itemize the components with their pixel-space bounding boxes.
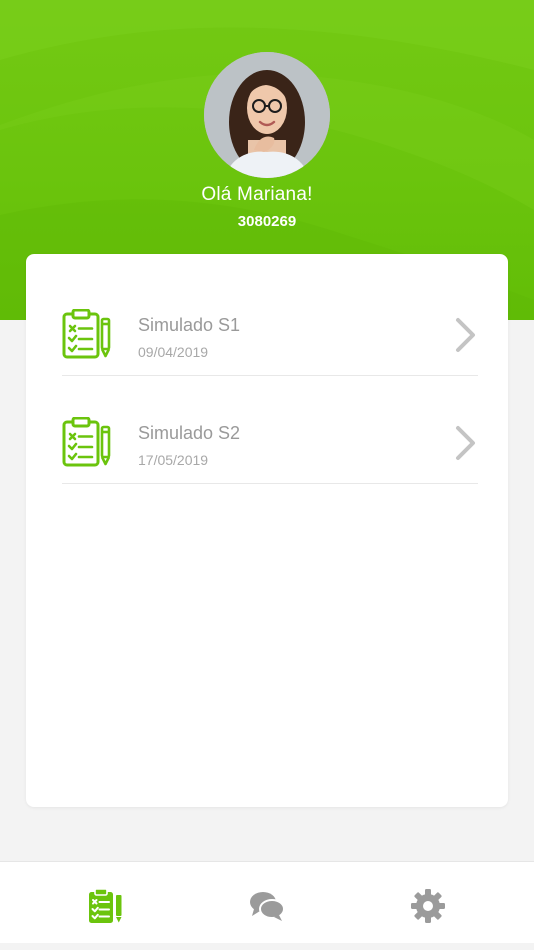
exam-list-item[interactable]: Simulado S1 09/04/2019 — [62, 267, 478, 376]
chevron-right-icon — [456, 426, 475, 460]
tab-settings[interactable] — [339, 862, 517, 944]
greeting-text: Olá Mariana! — [201, 184, 313, 205]
exam-date: 17/05/2019 — [138, 452, 209, 468]
avatar[interactable] — [204, 52, 330, 178]
exam-title: Simulado S2 — [138, 423, 241, 443]
tab-exams[interactable] — [17, 862, 195, 944]
clipboard-checklist-icon — [62, 309, 111, 359]
tab-messages[interactable] — [178, 862, 356, 944]
avatar-photo — [204, 52, 330, 178]
bottom-tab-bar — [0, 861, 534, 944]
chat-icon — [250, 892, 285, 921]
clipboard-icon — [89, 888, 122, 923]
user-id: 3080269 — [237, 213, 297, 230]
exam-list-item[interactable]: Simulado S2 17/05/2019 — [62, 375, 478, 484]
gear-icon — [411, 889, 445, 923]
chevron-right-icon — [456, 318, 475, 352]
clipboard-checklist-icon — [62, 417, 111, 467]
bottom-strip — [0, 943, 534, 950]
exam-title: Simulado S1 — [138, 315, 241, 335]
exam-list-card: Simulado S1 09/04/2019 Simulado S2 17/05… — [26, 254, 508, 807]
exam-date: 09/04/2019 — [138, 344, 209, 360]
